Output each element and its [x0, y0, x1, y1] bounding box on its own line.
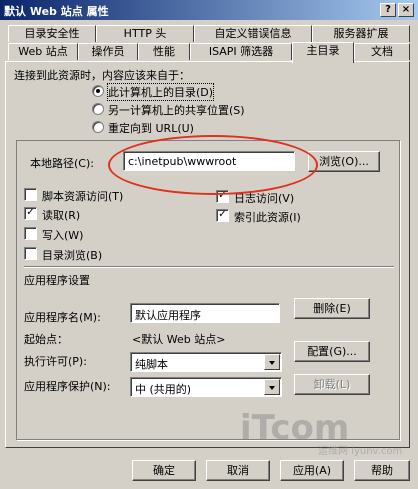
- local-path-label: 本地路径(C):: [30, 157, 94, 170]
- tab-home-directory[interactable]: 主目录: [292, 42, 354, 63]
- start-point-label: 起始点：: [24, 333, 68, 346]
- browse-button[interactable]: 浏览(O)...: [308, 151, 380, 172]
- radio-label-local-directory[interactable]: 此计算机上的目录(D): [106, 83, 215, 101]
- tab-isapi-filters[interactable]: ISAPI 筛选器: [190, 43, 292, 60]
- remove-button[interactable]: 删除(E): [294, 298, 370, 319]
- app-protection-value: 中 (共用的): [135, 383, 192, 396]
- radio-local-directory[interactable]: [92, 85, 104, 97]
- tab-web-site[interactable]: Web 站点: [8, 43, 78, 60]
- tab-server-extensions[interactable]: 服务器扩展: [312, 25, 410, 42]
- radio-label-redirect-url[interactable]: 重定向到 URL(U): [108, 120, 194, 136]
- ok-button[interactable]: 确定: [132, 460, 196, 481]
- start-point-value: <默认 Web 站点>: [132, 333, 226, 346]
- execute-permissions-label: 执行许可(P):: [24, 355, 87, 368]
- execute-permissions-value: 纯脚本: [135, 358, 168, 371]
- label-write[interactable]: 写入(W): [42, 227, 83, 243]
- label-index-resource[interactable]: 索引此资源(I): [234, 209, 301, 225]
- app-protection-select[interactable]: 中 (共用的): [130, 377, 282, 397]
- label-directory-browsing[interactable]: 目录浏览(B): [42, 247, 102, 263]
- chevron-down-icon[interactable]: [264, 354, 280, 370]
- label-read[interactable]: 读取(R): [42, 207, 80, 223]
- tab-performance[interactable]: 性能: [138, 43, 190, 60]
- tab-documents[interactable]: 文档: [354, 43, 410, 60]
- separator: [24, 266, 394, 268]
- app-name-label: 应用程序名(M):: [24, 311, 101, 324]
- configure-button[interactable]: 配置(G)...: [294, 341, 370, 362]
- apply-button[interactable]: 应用(A): [280, 460, 344, 481]
- tab-custom-errors[interactable]: 自定义错误信息: [194, 25, 312, 42]
- tab-operators[interactable]: 操作员: [78, 43, 138, 60]
- check-read[interactable]: ✓: [24, 207, 37, 220]
- check-index-resource[interactable]: ✓: [216, 209, 229, 222]
- radio-redirect-url[interactable]: [92, 121, 104, 133]
- help-title-button[interactable]: ?: [380, 3, 396, 17]
- app-protection-label: 应用程序保护(N):: [24, 380, 111, 393]
- unload-button[interactable]: 卸载(L): [294, 374, 370, 395]
- close-title-button[interactable]: ×: [398, 3, 414, 17]
- check-script-source-access[interactable]: [24, 188, 37, 201]
- title-bar: 默认 Web 站点 属性 ? ×: [0, 0, 418, 20]
- source-heading: 连接到此资源时，内容应该来自于：: [14, 69, 190, 82]
- tab-http-headers[interactable]: HTTP 头: [96, 25, 194, 42]
- check-write[interactable]: [24, 227, 37, 240]
- help-button[interactable]: 帮助: [354, 460, 410, 481]
- radio-network-share[interactable]: [92, 103, 104, 115]
- local-path-input[interactable]: c:\inetpub\wwwroot: [123, 151, 295, 171]
- chevron-down-icon[interactable]: [264, 379, 280, 395]
- label-script-source-access[interactable]: 脚本资源访问(T): [42, 188, 123, 204]
- check-log-visits[interactable]: ✓: [216, 190, 229, 203]
- label-log-visits[interactable]: 日志访问(V): [234, 190, 294, 206]
- app-name-input[interactable]: 默认应用程序: [130, 303, 280, 323]
- app-settings-heading: 应用程序设置: [24, 274, 90, 287]
- execute-permissions-select[interactable]: 纯脚本: [130, 352, 282, 372]
- cancel-button[interactable]: 取消: [206, 460, 270, 481]
- window-title: 默认 Web 站点 属性: [4, 5, 109, 18]
- radio-label-network-share[interactable]: 另一计算机上的共享位置(S): [108, 102, 245, 118]
- check-directory-browsing[interactable]: [24, 247, 37, 260]
- watermark-text: 运维网 iyunv.com: [318, 446, 403, 457]
- tab-directory-security[interactable]: 目录安全性: [8, 25, 96, 42]
